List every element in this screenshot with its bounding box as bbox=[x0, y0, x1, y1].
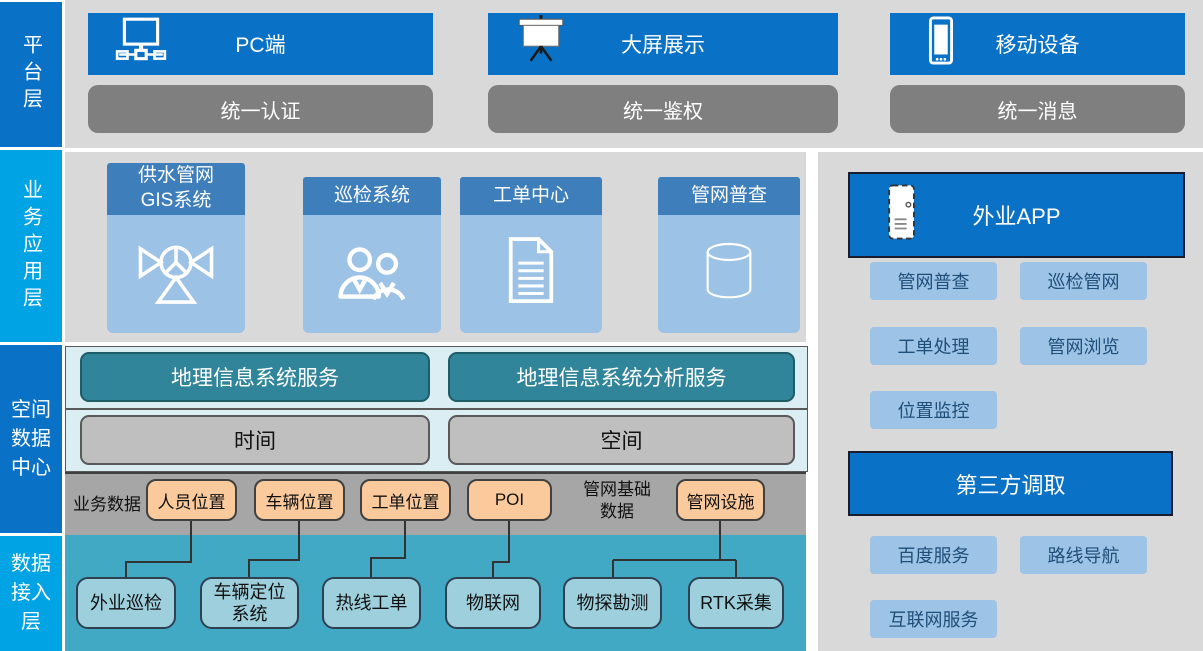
app-button-work-order-handling: 工单处理 bbox=[870, 327, 997, 365]
service-box-auth: 统一认证 bbox=[88, 85, 433, 133]
gis-service-box: 地理信息系统服务 bbox=[80, 352, 430, 402]
app-button-label: 位置监控 bbox=[898, 397, 970, 423]
app-button-inspect-pipeline: 巡检管网 bbox=[1020, 262, 1147, 300]
dimension-label: 时间 bbox=[234, 425, 276, 455]
third-party-button-label: 路线导航 bbox=[1048, 542, 1120, 568]
pill-person-location: 人员位置 bbox=[146, 479, 237, 521]
third-party-title: 第三方调取 bbox=[955, 468, 1065, 500]
pill-label: 车辆位置 bbox=[266, 488, 334, 513]
pipeline-base-data-label: 管网基础数据 bbox=[577, 477, 657, 525]
card-title: 管网普查 bbox=[691, 184, 767, 209]
pill-work-order-location: 工单位置 bbox=[360, 479, 451, 521]
desktop-network-icon bbox=[114, 14, 168, 74]
gis-analysis-service-box: 地理信息系统分析服务 bbox=[448, 352, 795, 402]
card-header-work-order-center: 工单中心 bbox=[460, 177, 602, 215]
app-button-label: 管网浏览 bbox=[1048, 333, 1120, 359]
pill-label: 人员位置 bbox=[158, 488, 226, 513]
card-title: 工单中心 bbox=[493, 184, 569, 209]
source-label: 热线工单 bbox=[336, 592, 408, 615]
source-label: 车辆定位系统 bbox=[206, 581, 293, 626]
source-box-hotline-work-order: 热线工单 bbox=[322, 577, 421, 629]
dimension-box-time: 时间 bbox=[80, 415, 430, 465]
field-app-header: 外业APP bbox=[848, 172, 1185, 258]
layer-label: 业务应用层 bbox=[17, 179, 46, 314]
third-party-button-baidu-service: 百度服务 bbox=[870, 536, 997, 574]
service-label: 统一鉴权 bbox=[623, 95, 703, 124]
third-party-button-label: 百度服务 bbox=[898, 542, 970, 568]
layer-label: 数据接入层 bbox=[8, 550, 54, 637]
pill-vehicle-location: 车辆位置 bbox=[254, 479, 345, 521]
pill-label: POI bbox=[495, 490, 524, 510]
app-button-label: 巡检管网 bbox=[1048, 268, 1120, 294]
sidebar-layer-spatial-data-center: 空间数据中心 bbox=[0, 345, 62, 533]
sidebar-layer-data-access: 数据接入层 bbox=[0, 536, 62, 651]
app-button-label: 工单处理 bbox=[898, 333, 970, 359]
app-button-pipeline-browse: 管网浏览 bbox=[1020, 327, 1147, 365]
source-label: 外业巡检 bbox=[90, 592, 162, 615]
third-party-button-label: 互联网服务 bbox=[889, 606, 979, 632]
device-box-big-screen: 大屏展示 bbox=[488, 13, 838, 75]
card-header-inspection: 巡检系统 bbox=[303, 177, 441, 215]
mobile-phone-icon bbox=[916, 14, 966, 74]
device-box-mobile: 移动设备 bbox=[890, 13, 1185, 75]
service-label: 统一认证 bbox=[221, 95, 301, 124]
document-icon bbox=[493, 234, 569, 315]
people-icon bbox=[331, 231, 413, 318]
field-app-title: 外业APP bbox=[972, 199, 1060, 231]
source-box-vehicle-positioning: 车辆定位系统 bbox=[200, 577, 299, 629]
service-box-authz: 统一鉴权 bbox=[488, 85, 838, 133]
business-data-label: 业务数据 bbox=[68, 483, 146, 521]
device-box-pc: PC端 bbox=[88, 13, 433, 75]
smartphone-outline-icon bbox=[880, 181, 924, 249]
dimension-label: 空间 bbox=[601, 425, 643, 455]
card-body-pipeline-survey bbox=[658, 215, 800, 333]
layer-label: 空间数据中心 bbox=[8, 396, 54, 483]
card-body-work-order-center bbox=[460, 215, 602, 333]
app-button-label: 管网普查 bbox=[898, 268, 970, 294]
third-party-header: 第三方调取 bbox=[848, 451, 1173, 516]
dimension-box-space: 空间 bbox=[448, 415, 795, 465]
pill-pipeline-facility: 管网设施 bbox=[676, 479, 765, 521]
card-body-inspection bbox=[303, 215, 441, 333]
app-button-pipeline-survey: 管网普查 bbox=[870, 262, 997, 300]
pill-label: 管网设施 bbox=[687, 488, 755, 513]
card-header-pipeline-survey: 管网普查 bbox=[658, 177, 800, 215]
third-party-button-internet-service: 互联网服务 bbox=[870, 600, 997, 638]
database-icon bbox=[689, 232, 769, 317]
pill-poi: POI bbox=[467, 479, 552, 521]
source-box-field-inspection: 外业巡检 bbox=[76, 577, 176, 629]
gis-service-label: 地理信息系统服务 bbox=[171, 362, 339, 392]
card-title: 供水管网 GIS系统 bbox=[138, 164, 214, 213]
sidebar-layer-business: 业务应用层 bbox=[0, 150, 62, 342]
source-box-geophysical-survey: 物探勘测 bbox=[563, 577, 662, 629]
sidebar-layer-platform: 平台层 bbox=[0, 2, 62, 147]
card-title: 巡检系统 bbox=[334, 184, 410, 209]
app-button-location-monitoring: 位置监控 bbox=[870, 391, 997, 429]
source-label: 物探勘测 bbox=[577, 592, 649, 615]
source-box-rtk-collection: RTK采集 bbox=[688, 577, 784, 629]
source-box-iot: 物联网 bbox=[445, 577, 541, 629]
pill-label: 工单位置 bbox=[372, 488, 440, 513]
card-body-water-gis bbox=[107, 215, 245, 333]
projector-screen-icon bbox=[514, 14, 568, 74]
source-label: 物联网 bbox=[466, 592, 520, 615]
card-header-water-gis: 供水管网 GIS系统 bbox=[107, 163, 245, 215]
service-label: 统一消息 bbox=[998, 95, 1078, 124]
third-party-button-route-navigation: 路线导航 bbox=[1020, 536, 1147, 574]
valve-icon bbox=[135, 231, 217, 318]
layer-label: 平台层 bbox=[17, 34, 46, 115]
architecture-diagram: 平台层 业务应用层 空间数据中心 数据接入层 PC端 统一认证 bbox=[0, 0, 1203, 651]
source-label: RTK采集 bbox=[700, 592, 772, 615]
gis-analysis-service-label: 地理信息系统分析服务 bbox=[517, 362, 727, 392]
service-box-message: 统一消息 bbox=[890, 85, 1185, 133]
